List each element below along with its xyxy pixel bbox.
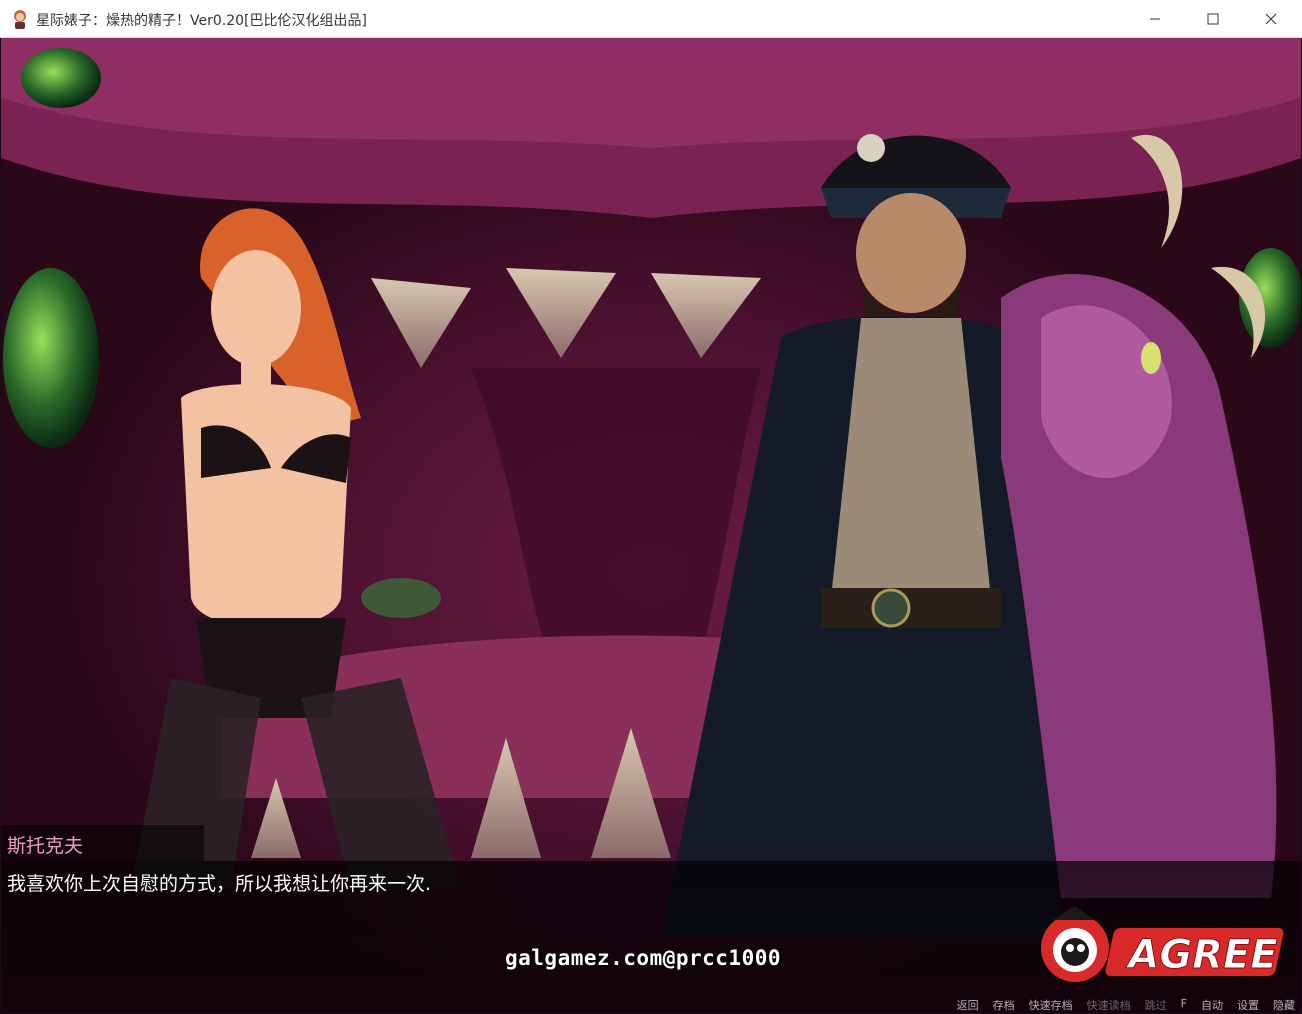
quick-menu-item[interactable]: 存档 [993, 997, 1015, 1013]
minimize-icon [1150, 18, 1160, 20]
quick-menu: 返回 存档 快速存档 快速读档 跳过 F 自动 设置 隐藏 [957, 997, 1295, 1013]
green-pod [21, 48, 101, 108]
quick-menu-item[interactable]: 跳过 [1145, 997, 1167, 1013]
maximize-icon [1207, 13, 1219, 25]
close-icon [1265, 13, 1277, 25]
speaker-namebox: 斯托克夫 [1, 825, 204, 861]
agree-logo: AGREE [1041, 906, 1284, 982]
green-pod [3, 268, 99, 448]
maximize-button[interactable] [1184, 0, 1242, 38]
window-title: 星际婊子：燥热的精子！Ver0.20[巴比伦汉化组出品] [36, 13, 367, 29]
svg-text:AGREE: AGREE [1125, 932, 1277, 978]
watermark-text: galgamez.com@prcc1000 [505, 946, 782, 970]
close-button[interactable] [1242, 0, 1300, 38]
quick-menu-item[interactable]: 自动 [1201, 997, 1223, 1013]
window-titlebar: 星际婊子：燥热的精子！Ver0.20[巴比伦汉化组出品] [0, 0, 1302, 38]
quick-menu-item[interactable]: F [1181, 997, 1187, 1013]
minimize-button[interactable] [1126, 0, 1184, 38]
dialogue-text: 我喜欢你上次自慰的方式，所以我想让你再来一次. [7, 873, 432, 895]
quick-menu-item[interactable]: 快速读档 [1087, 997, 1131, 1013]
quick-menu-item[interactable]: 设置 [1237, 997, 1259, 1013]
speaker-name: 斯托克夫 [7, 835, 84, 857]
quick-menu-item[interactable]: 隐藏 [1273, 997, 1295, 1013]
quick-menu-item[interactable]: 返回 [957, 997, 979, 1013]
app-icon [14, 10, 26, 29]
quick-menu-item[interactable]: 快速存档 [1029, 997, 1073, 1013]
game-viewport[interactable]: 斯托克夫 我喜欢你上次自慰的方式，所以我想让你再来一次. galgamez.co… [1, 38, 1301, 1013]
